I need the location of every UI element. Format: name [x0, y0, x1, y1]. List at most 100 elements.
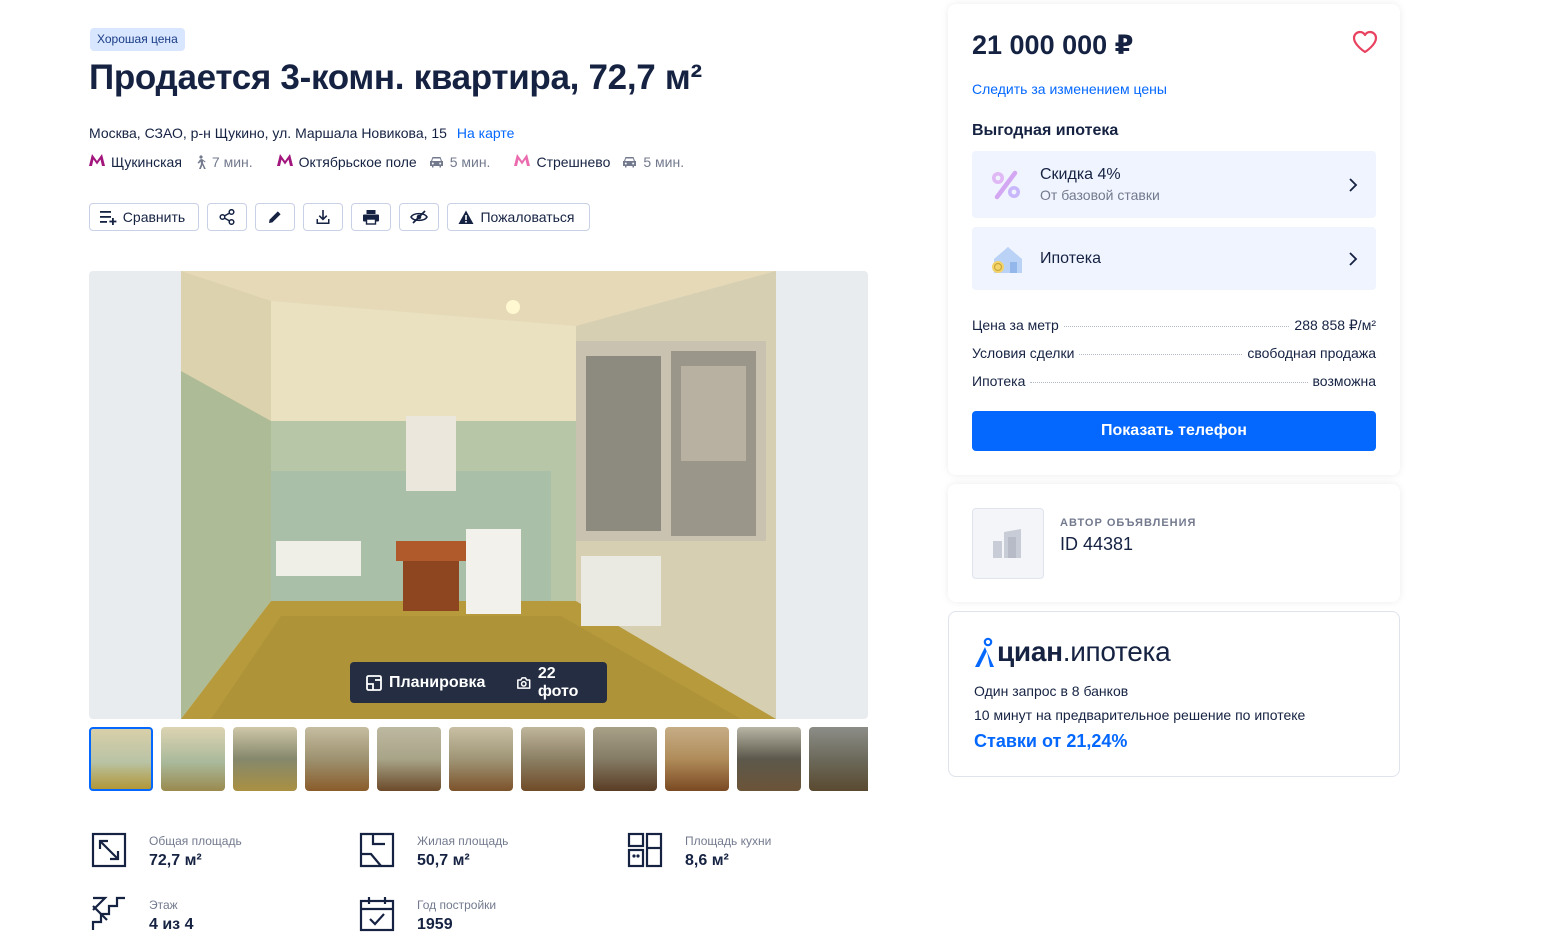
- thumbnail[interactable]: [593, 727, 657, 791]
- cian-rate-link[interactable]: Ставки от 21,24%: [974, 731, 1127, 752]
- good-price-badge: Хорошая цена: [90, 28, 185, 51]
- walk-icon: [197, 155, 206, 169]
- metro-item[interactable]: Стрешнево 5 мин.: [514, 153, 684, 171]
- author-id[interactable]: ID 44381: [1060, 534, 1133, 555]
- warning-icon: [458, 210, 474, 224]
- edit-icon: [269, 211, 281, 223]
- metro-icon: [89, 153, 105, 171]
- photos-label: 22 фото: [537, 664, 579, 700]
- offer-title: Ипотека: [1040, 249, 1102, 267]
- page-title: Продается 3-комн. квартира, 72,7 м²: [89, 58, 702, 97]
- floor-plan-icon: [366, 674, 382, 691]
- share-button[interactable]: [207, 203, 247, 231]
- main-photo[interactable]: [181, 271, 776, 719]
- hide-button[interactable]: [399, 203, 439, 231]
- fact-value: 72,7 м²: [149, 852, 202, 869]
- spec-label: Цена за метр: [972, 317, 1059, 333]
- complain-label: Пожаловаться: [480, 209, 575, 225]
- edit-button[interactable]: [255, 203, 295, 231]
- spec-leader: [1063, 326, 1290, 327]
- metro-icon: [514, 153, 531, 171]
- download-button[interactable]: [303, 203, 343, 231]
- price: 21 000 000 ₽: [972, 30, 1134, 60]
- thumbnail[interactable]: [809, 727, 868, 791]
- show-phone-button[interactable]: Показать телефон: [972, 411, 1376, 451]
- fact-living-area: Жилая площадь 50,7 м²: [357, 830, 508, 870]
- metro-icon: [276, 153, 293, 171]
- print-button[interactable]: [351, 203, 391, 231]
- chevron-right-icon: [1349, 251, 1358, 266]
- favorite-button[interactable]: [1352, 30, 1378, 59]
- offer-title: Скидка 4%: [1040, 166, 1121, 183]
- cian-mortgage-card[interactable]: циан .ипотека Один запрос в 8 банков 10 м…: [948, 611, 1400, 777]
- fact-floor: Этаж 4 из 4: [89, 894, 193, 934]
- house-coin-icon: [992, 246, 1022, 273]
- kitchen-icon: [627, 832, 663, 868]
- map-link[interactable]: На карте: [457, 125, 515, 141]
- thumbnail[interactable]: [449, 727, 513, 791]
- hide-icon: [410, 210, 428, 224]
- complain-button[interactable]: Пожаловаться: [447, 203, 590, 231]
- author-avatar[interactable]: [972, 508, 1044, 579]
- cian-pin-icon: [975, 637, 994, 667]
- metro-time-value: 5 мин.: [643, 154, 685, 170]
- photo-gallery[interactable]: Планировка 22 фото: [89, 271, 868, 719]
- spec-label: Условия сделки: [972, 345, 1075, 361]
- layout-button[interactable]: Планировка: [350, 662, 501, 703]
- spec-mortgage: Ипотека возможна: [972, 373, 1376, 389]
- photos-button[interactable]: 22 фото: [501, 662, 607, 703]
- mortgage-discount-offer[interactable]: Скидка 4% От базовой ставки: [972, 151, 1376, 218]
- mortgage-offer[interactable]: Ипотека: [972, 227, 1376, 290]
- fact-kitchen-area: Площадь кухни 8,6 м²: [625, 830, 771, 870]
- compare-button[interactable]: Сравнить: [89, 203, 199, 231]
- download-icon: [316, 210, 330, 224]
- spec-label: Ипотека: [972, 373, 1026, 389]
- compare-icon: [99, 211, 117, 225]
- car-icon: [623, 157, 637, 168]
- metro-time-value: 5 мин.: [449, 154, 491, 170]
- print-icon: [363, 210, 379, 225]
- percent-icon: [992, 170, 1020, 199]
- metro-name: Стрешнево: [536, 154, 611, 170]
- cian-logo: циан .ипотека: [973, 636, 1171, 668]
- thumbnail[interactable]: [737, 727, 801, 791]
- metro-item[interactable]: Щукинская 7 мин.: [89, 153, 253, 171]
- fact-value: 4 из 4: [149, 916, 194, 933]
- compare-label: Сравнить: [122, 209, 186, 225]
- thumbnail[interactable]: [305, 727, 369, 791]
- fact-label: Год постройки: [417, 898, 497, 912]
- cian-line-decision: 10 минут на предварительное решение по и…: [974, 707, 1306, 723]
- thumbnail[interactable]: [377, 727, 441, 791]
- thumbnail[interactable]: [665, 727, 729, 791]
- gallery-controls: Планировка 22 фото: [350, 662, 607, 703]
- living-area-icon: [359, 832, 395, 868]
- address-text: Москва, СЗАО, р-н Щукино, ул. Маршала Но…: [89, 125, 447, 141]
- metro-item[interactable]: Октябрьское поле 5 мин.: [276, 153, 491, 171]
- cian-line-banks: Один запрос в 8 банков: [974, 683, 1129, 699]
- spec-value: возможна: [1312, 373, 1376, 389]
- fact-label: Общая площадь: [149, 834, 242, 848]
- thumbnail[interactable]: [233, 727, 297, 791]
- chevron-right-icon: [1349, 177, 1358, 192]
- thumbnail[interactable]: [521, 727, 585, 791]
- metro-name: Октябрьское поле: [298, 154, 417, 170]
- fact-value: 1959: [417, 916, 453, 933]
- metro-list: Щукинская 7 мин. Октябрьское поле 5 мин.…: [89, 153, 708, 171]
- metro-time: 5 мин.: [622, 154, 684, 170]
- thumbnail[interactable]: [161, 727, 225, 791]
- fact-label: Площадь кухни: [685, 834, 772, 848]
- calendar-icon: [359, 897, 395, 932]
- camera-icon: [517, 676, 531, 689]
- area-icon: [91, 832, 127, 868]
- fact-value: 8,6 м²: [685, 852, 729, 869]
- thumbnail[interactable]: [89, 727, 153, 791]
- fact-value: 50,7 м²: [417, 852, 470, 869]
- metro-time: 5 мин.: [429, 154, 491, 170]
- address: Москва, СЗАО, р-н Щукино, ул. Маршала Но…: [89, 125, 514, 141]
- author-card: АВТОР ОБЪЯВЛЕНИЯ ID 44381: [948, 484, 1400, 602]
- fact-label: Этаж: [149, 898, 178, 912]
- spec-value: свободная продажа: [1247, 345, 1376, 361]
- follow-price-link[interactable]: Следить за изменением цены: [972, 81, 1167, 97]
- author-caption: АВТОР ОБЪЯВЛЕНИЯ: [1060, 517, 1197, 529]
- metro-name: Щукинская: [111, 154, 182, 170]
